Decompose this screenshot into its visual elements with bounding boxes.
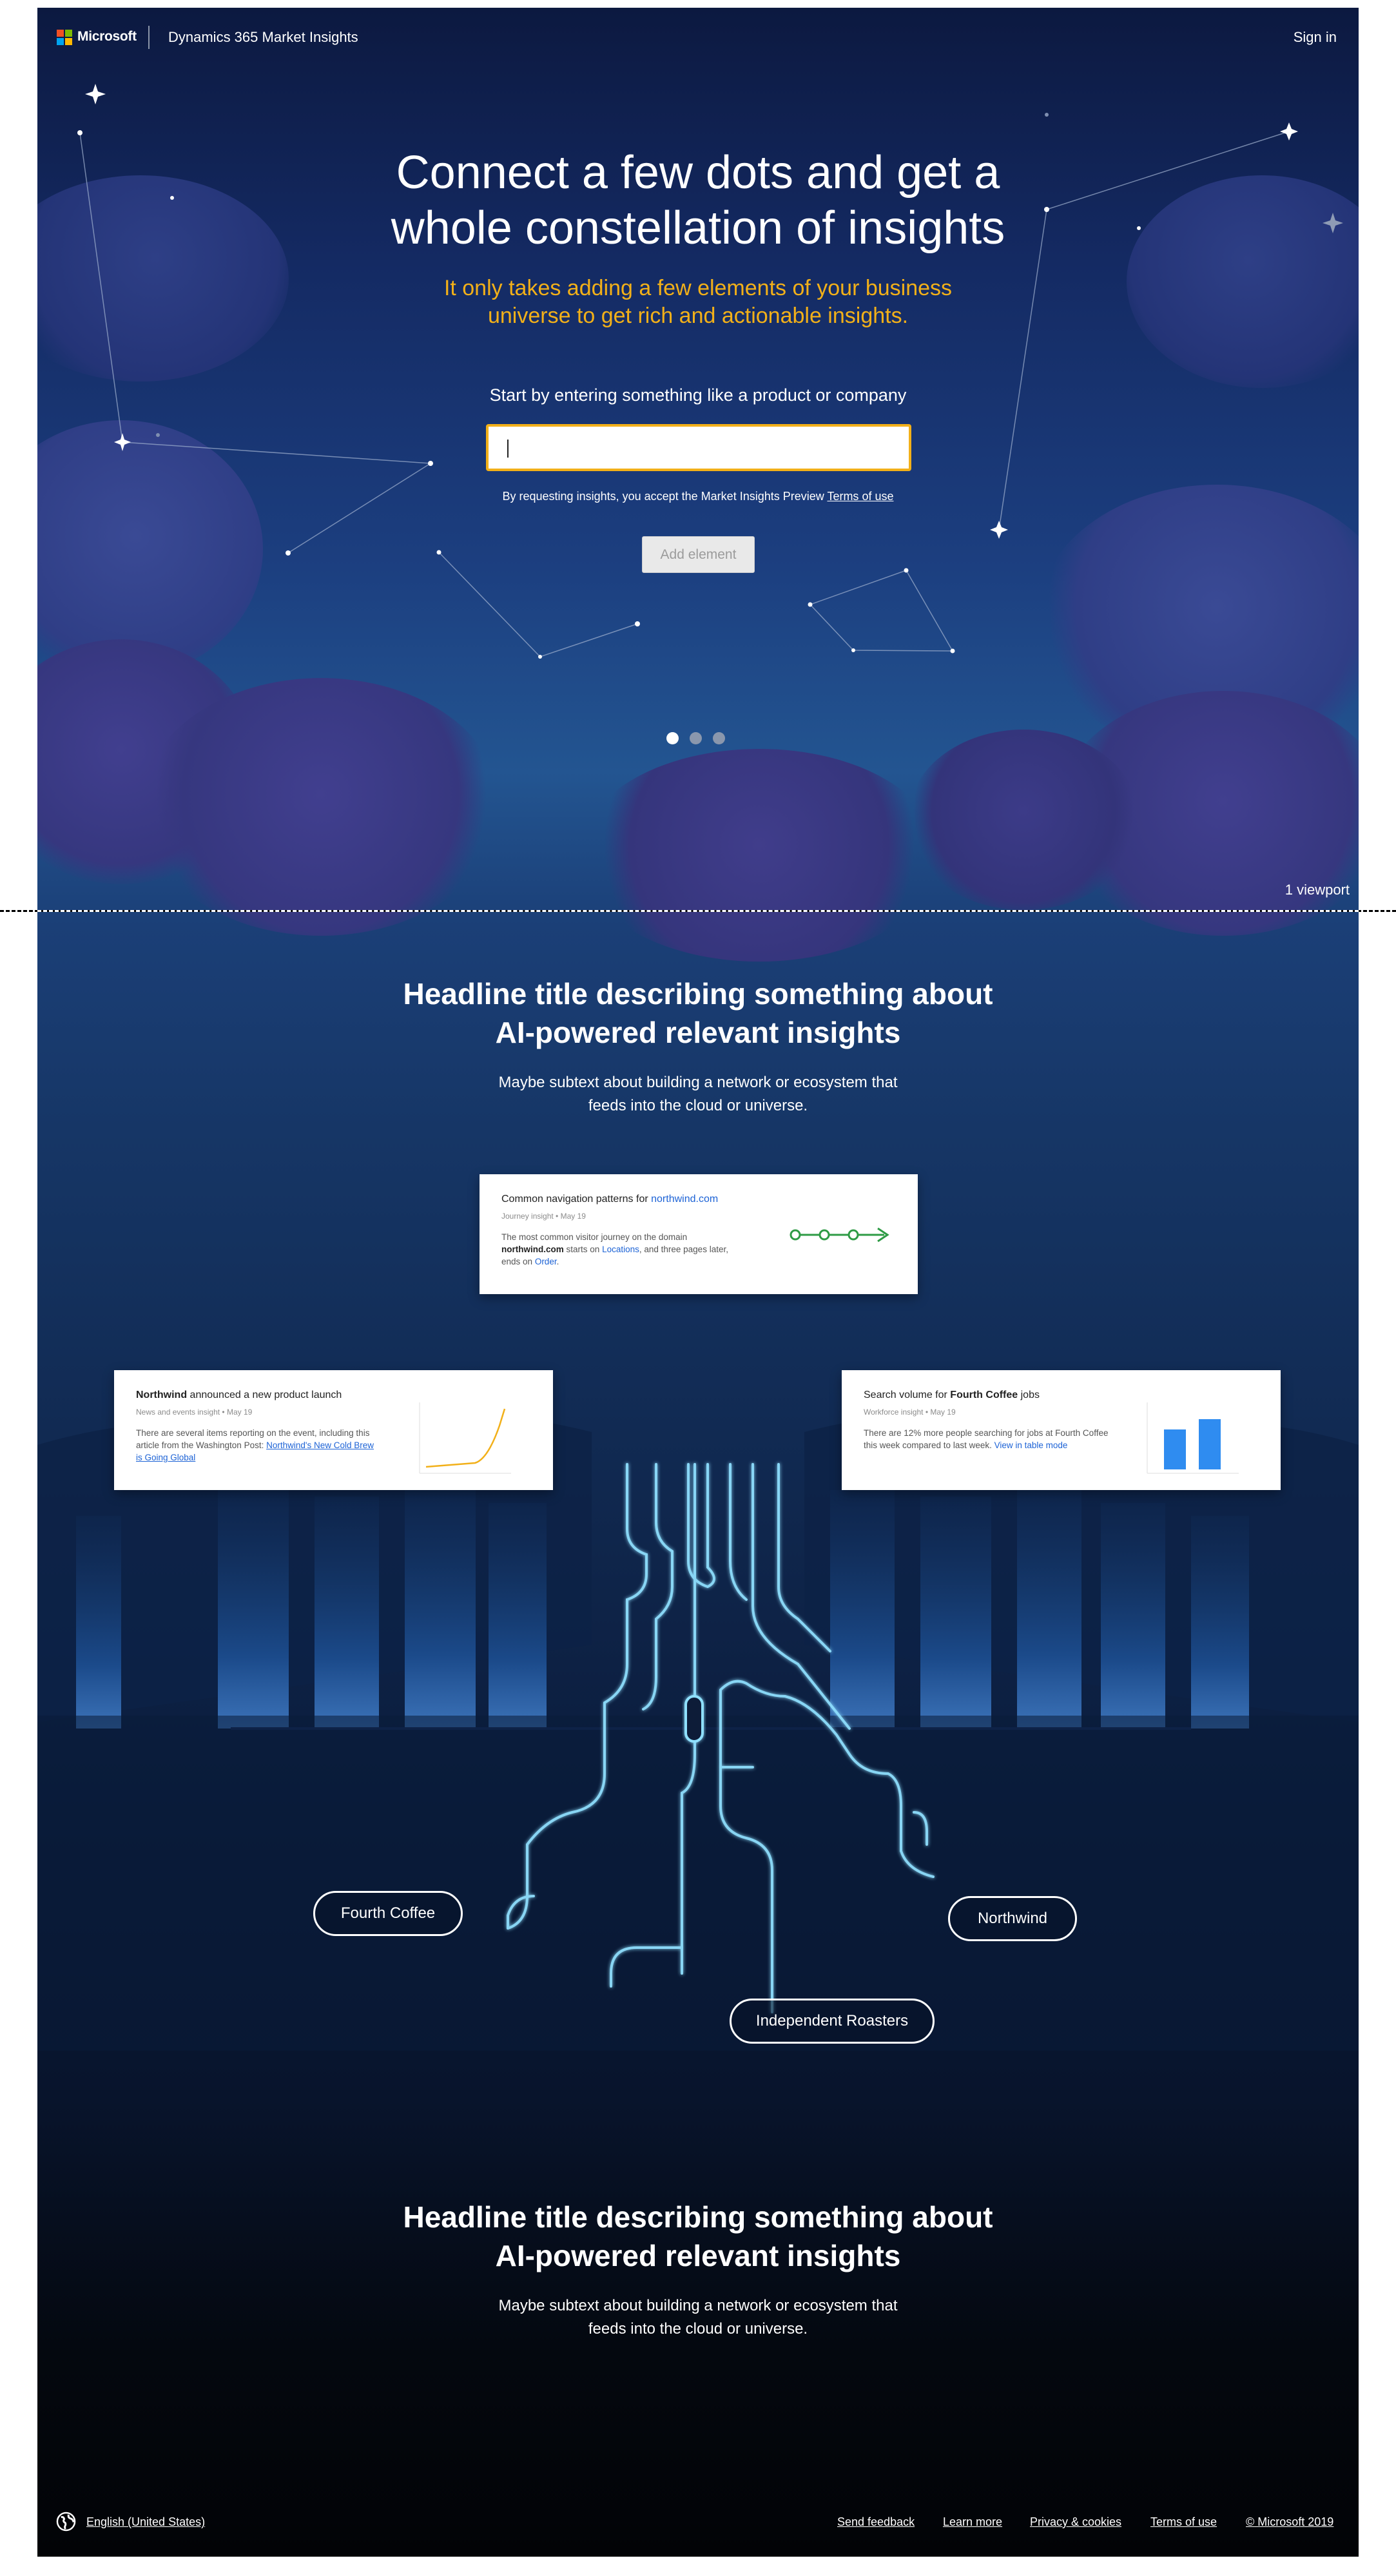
carousel-dot-2[interactable] (690, 732, 702, 744)
card-body-domain: northwind.com (501, 1244, 564, 1254)
card-title: Search volume for Fourth Coffee jobs (864, 1390, 1040, 1401)
page-canvas: Microsoft Dynamics 365 Market Insights S… (37, 8, 1359, 2557)
locale-selector[interactable]: English (United States) (86, 2515, 205, 2529)
site-footer: English (United States) Send feedback Le… (37, 2512, 1359, 2544)
card-meta: Journey insight • May 19 (501, 1212, 586, 1221)
privacy-cookies-link[interactable]: Privacy & cookies (1030, 2515, 1121, 2529)
brand-name[interactable]: Microsoft (77, 29, 137, 44)
terms-notice-text: By requesting insights, you accept the M… (502, 490, 824, 503)
workforce-insight-card[interactable]: Search volume for Fourth Coffee jobs Wor… (842, 1370, 1281, 1490)
trend-sparkline-icon (419, 1402, 511, 1474)
insight-date: May 19 (226, 1408, 253, 1417)
section-2-title-line-1: Headline title describing something abou… (403, 977, 993, 1011)
domain-link[interactable]: northwind.com (651, 1194, 718, 1205)
section-3-subtitle-line-2: feeds into the cloud or universe. (588, 2320, 808, 2338)
insight-type: Journey insight (501, 1212, 554, 1221)
viewport-marker-label: 1 viewport (1285, 882, 1350, 898)
entity-fourth-coffee[interactable]: Fourth Coffee (313, 1891, 463, 1936)
globe-icon (56, 2512, 76, 2532)
insight-date: May 19 (930, 1408, 956, 1417)
card-meta: News and events insight • May 19 (136, 1408, 253, 1417)
insight-date: May 19 (560, 1212, 586, 1221)
card-body-text: . (556, 1257, 559, 1266)
card-body: There are several items reporting on the… (136, 1427, 381, 1464)
product-name[interactable]: Dynamics 365 Market Insights (168, 29, 358, 46)
terms-of-use-link[interactable]: Terms of use (827, 490, 893, 503)
hero-subtitle-line-1: It only takes adding a few elements of y… (443, 276, 953, 300)
add-element-button[interactable]: Add element (642, 536, 755, 573)
section-3-title-line-1: Headline title describing something abou… (403, 2200, 993, 2234)
journey-path-icon (790, 1227, 889, 1243)
element-search-field[interactable] (486, 424, 911, 471)
section-3-subtitle-line-1: Maybe subtext about building a network o… (498, 2297, 898, 2314)
terms-of-use-footer-link[interactable]: Terms of use (1150, 2515, 1217, 2529)
terms-notice: By requesting insights, you accept the M… (37, 490, 1359, 503)
card-title: Common navigation patterns for northwind… (501, 1194, 718, 1205)
section-3-title: Headline title describing something abou… (37, 2198, 1359, 2275)
card-body-text: There are 12% more people searching for … (864, 1428, 1109, 1450)
section-3-title-line-2: AI-powered relevant insights (495, 2239, 901, 2272)
card-body: There are 12% more people searching for … (864, 1427, 1109, 1451)
constellation-decoration (77, 84, 1343, 659)
card-title: Northwind announced a new product launch (136, 1390, 342, 1401)
insight-tree-illustration (37, 1413, 1359, 2051)
entity-independent-roasters[interactable]: Independent Roasters (730, 1999, 935, 2044)
carousel-indicator (666, 732, 731, 745)
insight-type: Workforce insight (864, 1408, 924, 1417)
card-title-text: announced a new product launch (189, 1390, 342, 1400)
order-link[interactable]: Order (535, 1257, 557, 1266)
journey-insight-card[interactable]: Common navigation patterns for northwind… (480, 1174, 918, 1294)
insight-type: News and events insight (136, 1408, 220, 1417)
table-mode-link[interactable]: View in table mode (994, 1440, 1068, 1450)
sign-in-link[interactable]: Sign in (1294, 29, 1337, 46)
section-2-subtitle: Maybe subtext about building a network o… (37, 1071, 1359, 1118)
card-title-text: Common navigation patterns for (501, 1194, 648, 1205)
section-2-subtitle-line-1: Maybe subtext about building a network o… (498, 1074, 898, 1091)
carousel-dot-3[interactable] (713, 732, 725, 744)
hero-subtitle: It only takes adding a few elements of y… (37, 275, 1359, 330)
section-3-subtitle: Maybe subtext about building a network o… (37, 2294, 1359, 2341)
locations-link[interactable]: Locations (602, 1244, 639, 1254)
news-insight-card[interactable]: Northwind announced a new product launch… (114, 1370, 553, 1490)
text-caret (507, 440, 509, 458)
carousel-dot-1[interactable] (666, 732, 679, 744)
bar-chart-icon (1147, 1402, 1239, 1474)
hero-subtitle-line-2: universe to get rich and actionable insi… (487, 304, 909, 328)
card-title-text: Search volume for (864, 1390, 947, 1400)
section-2-subtitle-line-2: feeds into the cloud or universe. (588, 1097, 808, 1114)
site-header: Microsoft Dynamics 365 Market Insights S… (37, 8, 1359, 66)
input-prompt: Start by entering something like a produ… (489, 385, 907, 405)
header-divider (148, 26, 150, 49)
microsoft-logo-icon (57, 30, 72, 45)
hero-title-line-1: Connect a few dots and get a (396, 147, 1000, 199)
card-body: The most common visitor journey on the d… (501, 1231, 740, 1268)
hero-title-line-2: whole constellation of insights (391, 202, 1005, 254)
learn-more-link[interactable]: Learn more (943, 2515, 1002, 2529)
company-name: Fourth Coffee (950, 1390, 1018, 1400)
card-meta: Workforce insight • May 19 (864, 1408, 956, 1417)
send-feedback-link[interactable]: Send feedback (837, 2515, 915, 2529)
element-search-input[interactable] (489, 427, 909, 469)
card-title-text: jobs (1020, 1390, 1040, 1400)
card-body-text: The most common visitor journey on the d… (501, 1232, 688, 1242)
card-body-text: starts on (566, 1244, 600, 1254)
hero-title: Connect a few dots and get a whole const… (37, 145, 1359, 256)
section-2-title-line-2: AI-powered relevant insights (495, 1016, 901, 1049)
company-name: Northwind (136, 1390, 188, 1400)
entity-northwind[interactable]: Northwind (948, 1896, 1077, 1941)
viewport-divider-inner (37, 910, 1359, 912)
copyright-link[interactable]: © Microsoft 2019 (1246, 2515, 1333, 2529)
section-2-title: Headline title describing something abou… (37, 974, 1359, 1052)
